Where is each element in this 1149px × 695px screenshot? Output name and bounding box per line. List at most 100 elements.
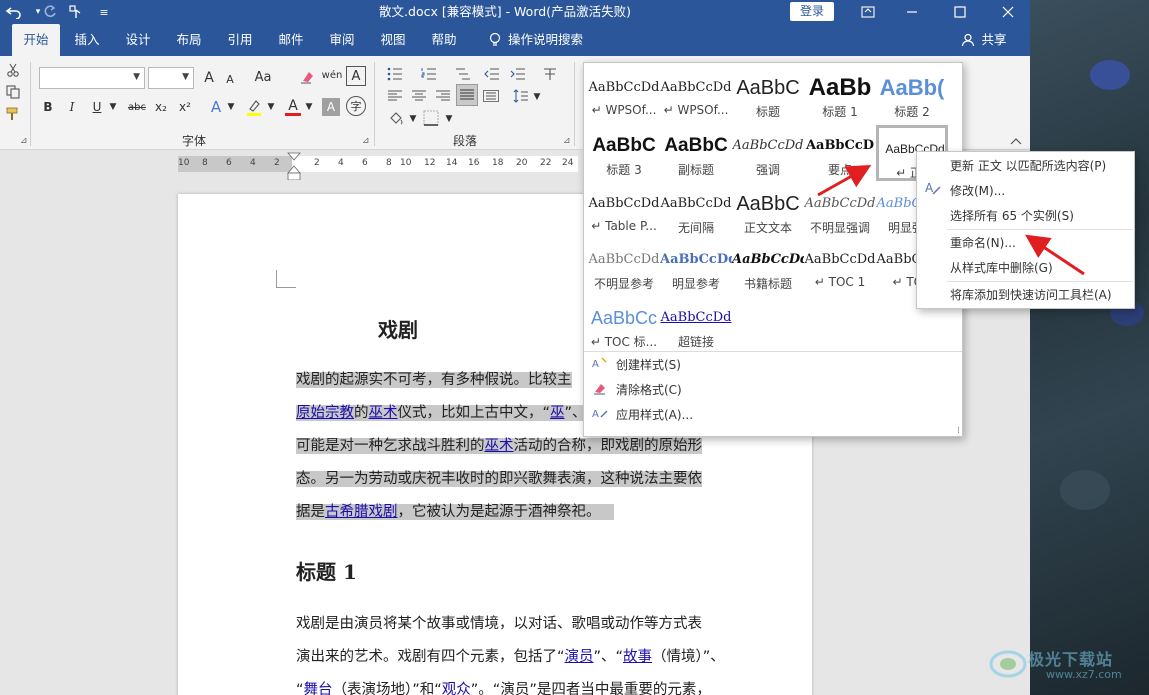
hyperlink[interactable]: 舞台 <box>304 682 333 695</box>
increase-indent-icon[interactable] <box>508 64 528 84</box>
hyperlink[interactable]: 观众 <box>442 682 471 695</box>
minimize-icon[interactable] <box>892 0 932 24</box>
line-spacing-icon[interactable] <box>510 86 532 106</box>
shading-icon[interactable] <box>384 108 408 128</box>
customize-qat-icon[interactable]: ≡ <box>90 0 118 24</box>
align-right-icon[interactable] <box>432 86 454 106</box>
style-option[interactable]: AaBbCcDd 强调 <box>732 125 804 181</box>
style-option[interactable]: AaBb(标题 2 <box>876 67 948 123</box>
style-option[interactable]: AaBbCcDd 无间隔 <box>660 183 732 239</box>
style-option[interactable]: AaBbC 正文文本 <box>732 183 804 239</box>
numbering-icon[interactable] <box>418 64 440 84</box>
tab-home[interactable]: 开始 <box>12 24 60 56</box>
chevron-down-icon[interactable]: ▼ <box>408 110 418 128</box>
menu-item-add-to-qat[interactable]: 将库添加到快速访问工具栏(A) <box>950 284 1112 306</box>
font-size-combo[interactable]: ▼ <box>148 67 194 89</box>
highlight-color-icon[interactable] <box>242 96 266 118</box>
ribbon-display-options-icon[interactable] <box>848 0 888 24</box>
style-option[interactable]: AaBbCcDd ↵ WPSOf... <box>588 67 660 123</box>
bullets-icon[interactable] <box>384 64 406 84</box>
hyperlink[interactable]: 古希腊戏剧 <box>325 504 398 520</box>
style-option[interactable]: AaBbC 标题 3 <box>588 125 660 181</box>
tab-view[interactable]: 视图 <box>370 24 416 56</box>
decrease-indent-icon[interactable] <box>482 64 502 84</box>
heading-1[interactable]: 标题 1 <box>296 556 357 585</box>
style-option[interactable]: AaBbC 标题 <box>732 67 804 123</box>
style-option[interactable]: AaBbCcDd 明显参考 <box>660 239 732 295</box>
menu-item-update-style[interactable]: 更新 正文 以匹配所选内容(P) <box>950 155 1106 177</box>
style-option[interactable]: AaBbCcDd ↵ TOC 1 <box>804 239 876 295</box>
chinese-layout-icon[interactable] <box>540 64 560 84</box>
borders-icon[interactable] <box>420 108 442 128</box>
subscript-button[interactable]: x₂ <box>152 98 170 116</box>
menu-item-remove-from-gallery[interactable]: 从样式库中删除(G) <box>950 257 1053 279</box>
hyperlink[interactable]: 巫术 <box>485 438 514 454</box>
distributed-icon[interactable] <box>480 86 502 106</box>
tab-review[interactable]: 审阅 <box>319 24 365 56</box>
paragraph-launcher-icon[interactable]: ⊿ <box>563 136 571 146</box>
style-option[interactable]: AaBbCcDd 超链接 <box>660 297 732 353</box>
collapse-ribbon-icon[interactable] <box>1008 134 1024 148</box>
align-left-icon[interactable] <box>384 86 406 106</box>
menu-item-rename[interactable]: 重命名(N)... <box>950 232 1016 254</box>
chevron-down-icon[interactable]: ▼ <box>226 98 236 116</box>
hyperlink[interactable]: 演员 <box>565 649 594 665</box>
grow-font-button[interactable]: A <box>200 69 218 87</box>
enclose-characters-button[interactable]: 字 <box>346 96 366 116</box>
close-icon[interactable] <box>988 0 1028 24</box>
indent-marker-icon[interactable] <box>287 152 301 182</box>
lightbulb-icon[interactable] <box>484 24 506 56</box>
style-option[interactable]: AaBb 标题 1 <box>804 67 876 123</box>
maximize-icon[interactable] <box>940 0 980 24</box>
character-shading-button[interactable]: A <box>322 98 340 116</box>
change-case-button[interactable]: Aa <box>252 68 274 86</box>
user-icon[interactable] <box>958 24 978 56</box>
tab-mailings[interactable]: 邮件 <box>268 24 314 56</box>
menu-item-modify[interactable]: 修改(M)... <box>950 180 1005 202</box>
clear-formatting-icon[interactable] <box>298 68 316 86</box>
chevron-down-icon[interactable]: ▼ <box>266 98 276 116</box>
chevron-down-icon[interactable]: ▼ <box>532 88 542 106</box>
chevron-down-icon[interactable]: ▼ <box>108 98 118 116</box>
chevron-down-icon[interactable]: ▼ <box>304 98 314 116</box>
hyperlink[interactable]: 原始宗教 <box>296 405 354 421</box>
clear-format-button[interactable]: 清除格式(C) <box>590 378 682 400</box>
bold-button[interactable]: B <box>40 98 56 116</box>
tab-layout[interactable]: 布局 <box>166 24 212 56</box>
italic-button[interactable]: I <box>64 98 80 116</box>
style-option[interactable]: AaBbCc ↵ TOC 标... <box>588 297 660 353</box>
font-name-combo[interactable]: ▼ <box>39 67 145 89</box>
align-center-icon[interactable] <box>408 86 430 106</box>
superscript-button[interactable]: x² <box>176 98 194 116</box>
clipboard-launcher-icon[interactable]: ⊿ <box>20 136 28 146</box>
font-color-button[interactable]: A <box>283 96 303 118</box>
create-style-button[interactable]: A 创建样式(S) <box>590 353 681 375</box>
paragraph-2[interactable]: 戏剧是由演员将某个故事或情境，以对话、歌唱或动作等方式表 演出来的艺术。戏剧有四个… <box>296 608 725 695</box>
tell-me-search[interactable]: 操作说明搜索 <box>508 24 588 56</box>
document-title[interactable]: 戏剧 <box>378 314 418 343</box>
copy-icon[interactable] <box>4 84 22 100</box>
character-border-button[interactable]: A <box>346 66 366 86</box>
tab-insert[interactable]: 插入 <box>64 24 110 56</box>
resize-grip-icon[interactable]: ⁞ <box>957 426 960 436</box>
apply-styles-button[interactable]: A 应用样式(A)... <box>590 403 693 425</box>
menu-item-select-all-instances[interactable]: 选择所有 65 个实例(S) <box>950 205 1074 227</box>
strikethrough-button[interactable]: abc <box>126 98 148 116</box>
style-option[interactable]: AaBbCcDd ↵ WPSOf... <box>660 67 732 123</box>
hyperlink[interactable]: 巫术 <box>369 405 398 421</box>
shrink-font-button[interactable]: A <box>222 71 238 87</box>
share-button[interactable]: 共享 <box>978 24 1010 56</box>
justify-icon[interactable] <box>456 84 478 106</box>
style-option[interactable]: AaBbCcD 要点 <box>804 125 876 181</box>
underline-button[interactable]: U <box>88 98 106 116</box>
format-painter-icon[interactable] <box>4 106 22 122</box>
cut-icon[interactable] <box>4 62 22 78</box>
chevron-down-icon[interactable]: ▼ <box>133 72 140 82</box>
tab-references[interactable]: 引用 <box>217 24 263 56</box>
style-option[interactable]: AaBbCcDd ↵ Table P... <box>588 183 660 239</box>
font-launcher-icon[interactable]: ⊿ <box>362 136 370 146</box>
redo-icon[interactable] <box>36 0 64 24</box>
style-option[interactable]: AaBbCcDd 书籍标题 <box>732 239 804 295</box>
pinyin-guide-button[interactable]: wén <box>322 66 343 86</box>
chevron-down-icon[interactable]: ▼ <box>444 110 454 128</box>
